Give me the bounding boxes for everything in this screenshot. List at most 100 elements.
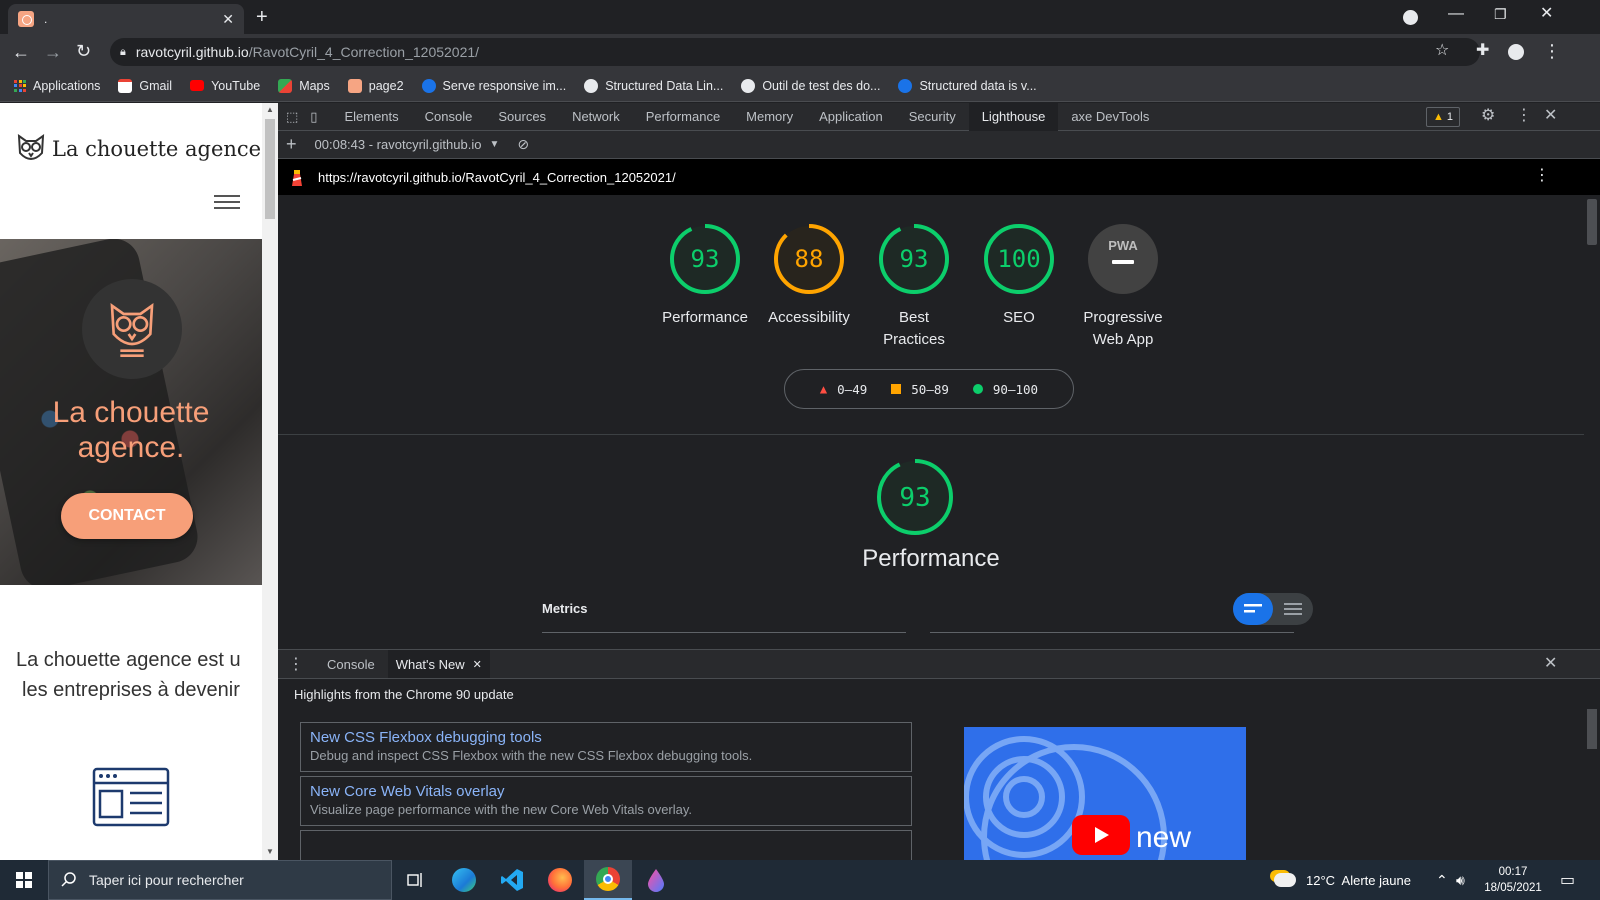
bookmark-applications[interactable]: Applications bbox=[14, 79, 100, 93]
close-tab-icon[interactable]: ✕ bbox=[473, 658, 482, 671]
weather-widget[interactable]: 12°C Alerte jaune bbox=[1274, 860, 1411, 900]
whats-new-item-title[interactable]: New CSS Flexbox debugging tools bbox=[310, 729, 902, 746]
restore-icon[interactable]: ❐ bbox=[1494, 7, 1507, 21]
page-scrollbar[interactable]: ▲ ▼ bbox=[262, 103, 278, 860]
tab-elements[interactable]: Elements bbox=[331, 103, 411, 131]
vscode-icon[interactable] bbox=[488, 860, 536, 900]
reload-icon[interactable]: ↻ bbox=[76, 42, 91, 60]
view-compact-icon[interactable] bbox=[1233, 593, 1273, 625]
whats-new-item[interactable]: New Core Web Vitals overlay Visualize pa… bbox=[300, 776, 912, 826]
scroll-down-icon[interactable]: ▼ bbox=[266, 847, 274, 856]
show-hidden-icons-icon[interactable]: ⌃ bbox=[1436, 860, 1448, 900]
bookmark-maps[interactable]: Maps bbox=[278, 78, 330, 93]
forward-icon[interactable]: → bbox=[44, 43, 62, 61]
drawer-tab-console[interactable]: Console bbox=[314, 650, 388, 678]
page-viewport: La chouette agence La chouette agence. C… bbox=[0, 103, 262, 860]
close-tab-icon[interactable]: ✕ bbox=[222, 12, 234, 26]
tab-performance[interactable]: Performance bbox=[633, 103, 733, 131]
browser-tab[interactable]: . ✕ bbox=[8, 4, 244, 34]
drawer-menu-icon[interactable]: ⋮ bbox=[278, 650, 314, 678]
scroll-up-icon[interactable]: ▲ bbox=[266, 105, 274, 114]
clear-reports-icon[interactable]: ⊘ bbox=[517, 136, 529, 153]
warnings-badge[interactable]: ▲ 1 bbox=[1426, 107, 1461, 127]
metrics-view-toggle[interactable] bbox=[1233, 593, 1313, 625]
bookmark-page2[interactable]: page2 bbox=[347, 78, 404, 93]
score-value: 93 bbox=[899, 483, 930, 513]
tab-axe-devtools[interactable]: axe DevTools bbox=[1058, 103, 1162, 131]
drawer-scrollbar-thumb[interactable] bbox=[1587, 709, 1597, 749]
report-scrollbar[interactable] bbox=[1584, 195, 1600, 649]
owl-favicon-icon bbox=[18, 11, 34, 27]
chrome-icon[interactable] bbox=[584, 860, 632, 900]
windows-start-icon[interactable] bbox=[0, 860, 48, 900]
volume-icon[interactable]: 🔊︎ bbox=[1456, 860, 1465, 900]
bookmark-outil-de-test[interactable]: Outil de test des do... bbox=[741, 78, 880, 93]
close-window-icon[interactable]: ✕ bbox=[1540, 6, 1553, 22]
lock-icon: 🔒︎ bbox=[120, 45, 126, 58]
report-url[interactable]: https://ravotcyril.github.io/RavotCyril_… bbox=[318, 170, 676, 185]
tab-security[interactable]: Security bbox=[896, 103, 969, 131]
edge-icon[interactable] bbox=[440, 860, 488, 900]
bookmark-structured-data-linter[interactable]: Structured Data Lin... bbox=[584, 78, 723, 93]
report-scrollbar-thumb[interactable] bbox=[1587, 199, 1597, 245]
hamburger-menu-icon[interactable] bbox=[214, 195, 240, 209]
tab-console[interactable]: Console bbox=[412, 103, 486, 131]
score-gauge: 88 bbox=[774, 224, 844, 294]
report-selector[interactable]: 00:08:43 - ravotcyril.github.io ▼ bbox=[315, 137, 500, 152]
whats-new-item[interactable]: New CSS Flexbox debugging tools Debug an… bbox=[300, 722, 912, 772]
extensions-icon[interactable]: ✚ bbox=[1476, 43, 1489, 59]
apps-grid-icon bbox=[14, 79, 26, 92]
settings-gear-icon[interactable]: ⚙ bbox=[1481, 108, 1495, 124]
drawer-tab-whats-new[interactable]: What's New ✕ bbox=[387, 650, 490, 678]
tab-search-icon[interactable] bbox=[1403, 10, 1418, 25]
view-expanded-icon[interactable] bbox=[1273, 593, 1313, 625]
tab-network[interactable]: Network bbox=[559, 103, 633, 131]
report-menu-icon[interactable]: ⋮ bbox=[1534, 168, 1550, 184]
owl-logo-icon bbox=[110, 302, 154, 357]
profile-icon[interactable] bbox=[1508, 44, 1524, 60]
tab-memory[interactable]: Memory bbox=[733, 103, 806, 131]
taskbar-search[interactable]: Taper ici pour rechercher bbox=[48, 860, 392, 900]
new-report-icon[interactable]: + bbox=[286, 134, 297, 155]
paint-drop-icon[interactable] bbox=[632, 860, 680, 900]
tab-sources[interactable]: Sources bbox=[485, 103, 559, 131]
gauge-label: Best Practices bbox=[883, 309, 945, 348]
bookmark-serve-responsive[interactable]: Serve responsive im... bbox=[421, 78, 566, 93]
address-bar[interactable]: 🔒︎ ravotcyril.github.io/RavotCyril_4_Cor… bbox=[110, 38, 1480, 66]
bookmark-gmail[interactable]: Gmail bbox=[118, 78, 172, 93]
bookmark-youtube[interactable]: YouTube bbox=[190, 79, 260, 93]
close-drawer-icon[interactable]: ✕ bbox=[1544, 656, 1557, 672]
gauge-pwa[interactable]: PWA Progressive Web App bbox=[1068, 223, 1178, 351]
firefox-icon[interactable] bbox=[536, 860, 584, 900]
whats-new-item-title[interactable]: New Core Web Vitals overlay bbox=[310, 783, 902, 800]
youtube-play-icon[interactable] bbox=[1072, 815, 1130, 855]
gauge-performance[interactable]: 93 Performance bbox=[650, 223, 760, 329]
tab-application[interactable]: Application bbox=[806, 103, 896, 131]
close-devtools-icon[interactable]: ✕ bbox=[1544, 108, 1557, 124]
whats-new-video-thumbnail[interactable]: new bbox=[964, 727, 1246, 860]
site-logo[interactable]: La chouette agence bbox=[16, 133, 261, 165]
tab-lighthouse[interactable]: Lighthouse bbox=[968, 102, 1059, 131]
device-toolbar-icon[interactable]: ▯ bbox=[304, 103, 331, 131]
gauge-accessibility[interactable]: 88 Accessibility bbox=[754, 223, 864, 329]
minimize-icon[interactable]: — bbox=[1448, 6, 1464, 22]
web-page-icon bbox=[92, 767, 170, 827]
task-view-icon[interactable] bbox=[392, 860, 440, 900]
gauge-best-practices[interactable]: 93 Best Practices bbox=[859, 223, 969, 351]
back-icon[interactable]: ← bbox=[12, 43, 30, 61]
score-value: 88 bbox=[795, 245, 824, 273]
menu-icon[interactable]: ⋮ bbox=[1543, 42, 1561, 60]
whats-new-item[interactable] bbox=[300, 830, 912, 860]
page-scrollbar-thumb[interactable] bbox=[265, 119, 275, 219]
contact-button[interactable]: CONTACT bbox=[61, 493, 193, 539]
new-tab-icon[interactable]: + bbox=[256, 7, 268, 27]
more-options-icon[interactable]: ⋮ bbox=[1516, 108, 1532, 124]
gauge-seo[interactable]: 100 SEO bbox=[964, 223, 1074, 329]
system-clock[interactable]: 00:17 18/05/2021 bbox=[1478, 864, 1548, 896]
inspect-element-icon[interactable]: ⬚ bbox=[278, 103, 304, 131]
bookmark-star-icon[interactable]: ☆ bbox=[1435, 43, 1449, 59]
bookmark-structured-data-is[interactable]: Structured data is v... bbox=[898, 78, 1037, 93]
notifications-icon[interactable]: ▭ bbox=[1560, 860, 1575, 900]
warning-icon: ▲ bbox=[1433, 111, 1444, 123]
drawer-scrollbar[interactable] bbox=[1584, 679, 1600, 860]
